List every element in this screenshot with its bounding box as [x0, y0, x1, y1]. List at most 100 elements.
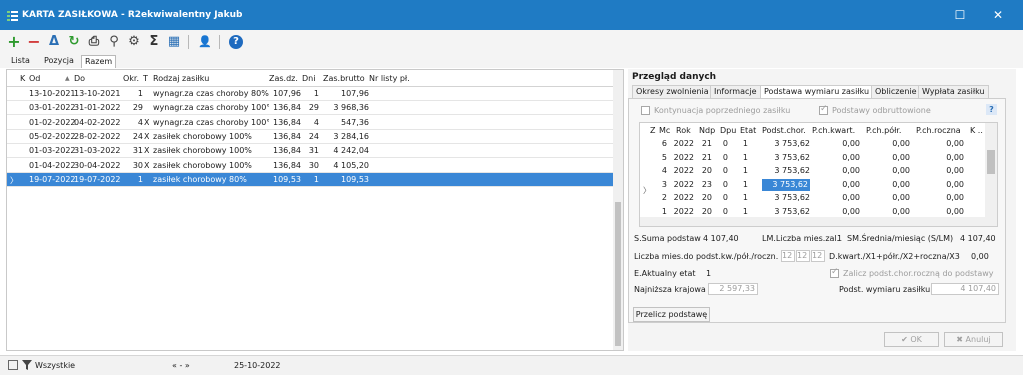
table-row[interactable]: 05-02-2022 28-02-2022 24 Xzasiłek chorobowy… [7, 130, 613, 144]
record-navigation[interactable]: « - » [172, 361, 190, 370]
etat-label: E.Aktualny etat [634, 269, 696, 278]
cell-rodzaj: wynagr.za czas choroby 80% [153, 89, 269, 98]
cell-rok: 2022 [673, 179, 694, 189]
srednia-label: SM.Średnia/miesiąc (S/LM) [847, 234, 954, 243]
cancel-icon: ✖ [956, 335, 963, 344]
cell-rok: 2022 [673, 193, 694, 203]
col-do[interactable]: Do [74, 74, 85, 83]
scrollbar-thumb[interactable] [987, 150, 995, 174]
print-icon[interactable]: ⎙ [86, 34, 102, 50]
tab-okresy-zwolnienia[interactable]: Okresy zwolnienia [632, 85, 713, 98]
cell-zas-dz: 136,84 [273, 146, 301, 156]
filter-icon[interactable]: ⚙ [126, 34, 142, 50]
col-podst-chor[interactable]: Podst.chor. [762, 126, 806, 135]
col-zas-brutto[interactable]: Zas.brutto [323, 74, 365, 83]
col-dni[interactable]: Dni [302, 74, 315, 83]
close-button[interactable]: ✕ [990, 7, 1006, 23]
table-row[interactable]: 03-01-2022 31-01-2022 29 wynagr.za czas cho… [7, 101, 613, 116]
remove-icon[interactable]: − [26, 34, 42, 50]
edit-icon[interactable]: Δ [46, 34, 62, 50]
podstawa-hscroll[interactable] [640, 217, 987, 226]
podstawa-label: Podst. wymiaru zasiłku [839, 285, 931, 294]
table-row[interactable]: 4 2022 20 0 1 3 753,62 0,00 0,00 0,00 [640, 165, 987, 178]
etat-value: 1 [706, 269, 712, 278]
columns-icon[interactable]: ▦ [166, 34, 182, 50]
user-icon[interactable]: 👤 [197, 34, 213, 50]
cell-etat: 1 [742, 179, 748, 189]
table-row[interactable]: 3 2022 23 0 1 3 753,62 0,00 0,00 0,00 [640, 178, 987, 192]
kontynuacja-checkbox[interactable] [641, 106, 650, 115]
col-p-ch-roczna[interactable]: P.ch.roczna [916, 126, 961, 135]
cell-zas-dz: 136,84 [273, 131, 301, 141]
anuluj-button[interactable]: ✖ Anuluj [944, 332, 1003, 347]
col-z[interactable]: Z [650, 126, 655, 135]
table-icon[interactable] [8, 360, 18, 370]
col-mc[interactable]: Mc [659, 126, 670, 135]
zalicz-checkbox[interactable] [830, 267, 839, 278]
podstawa-vscroll[interactable] [985, 123, 997, 226]
col-p-ch-polr[interactable]: P.ch.półr. [866, 126, 901, 135]
cell-zas-brutto: 107,96 [341, 89, 369, 98]
col-etat[interactable]: Etat [740, 126, 756, 135]
cell-p-ch-polr: 0,00 [892, 152, 910, 162]
liczba-mies-roczn-field[interactable]: 12 [811, 250, 825, 262]
table-row[interactable]: 01-02-2022 04-02-2022 4 Xwynagr.za czas cho… [7, 116, 613, 130]
grid-header: K Od ▲ Do Okr. T Rodzaj zasiłku Zas.dz. … [7, 70, 613, 87]
cell-p-ch-roczna: 0,00 [946, 166, 964, 176]
cell-p-ch-kwart: 0,00 [842, 166, 860, 176]
table-row[interactable]: 6 2022 21 0 1 3 753,62 0,00 0,00 0,00 [640, 138, 987, 151]
cell-ndp: 23 [701, 179, 712, 189]
podstawa-field[interactable]: 4 107,40 [931, 283, 999, 295]
scrollbar-thumb[interactable] [615, 202, 621, 346]
absence-grid: K Od ▲ Do Okr. T Rodzaj zasiłku Zas.dz. … [6, 69, 624, 351]
cell-mc: 3 [661, 179, 667, 189]
col-p-ch-kwart[interactable]: P.ch.kwart. [812, 126, 855, 135]
table-row[interactable]: 01-04-2022 30-04-2022 30 Xzasiłek chorobowy… [7, 159, 613, 173]
filter-label[interactable]: Wszystkie [35, 361, 75, 370]
col-rok[interactable]: Rok [676, 126, 691, 135]
tab-pozycja[interactable]: Pozycja [41, 55, 77, 68]
filter-icon[interactable] [22, 360, 32, 370]
cell-zas-brutto: 4 242,04 [333, 146, 369, 156]
maximize-button[interactable]: ☐ [952, 7, 968, 23]
col-nr-listy[interactable]: Nr listy pł. [369, 74, 410, 83]
cell-p-ch-roczna: 0,00 [946, 139, 964, 148]
col-dpu[interactable]: Dpu [720, 126, 736, 135]
col-k[interactable]: K [20, 74, 25, 83]
liczba-mies-kw-field[interactable]: 12 [781, 250, 795, 262]
tab-wyplata-zasilku[interactable]: Wypłata zasiłku [918, 85, 989, 98]
table-row[interactable]: 5 2022 21 0 1 3 753,62 0,00 0,00 0,00 [640, 152, 987, 165]
refresh-icon[interactable]: ↻ [66, 34, 82, 50]
table-row[interactable]: 13-10-2021 13-10-2021 1 wynagr.za czas chor… [7, 87, 613, 101]
tab-podstawa-wymiaru[interactable]: Podstawa wymiaru zasiłku [760, 85, 874, 98]
cell-podst-chor: 3 753,62 [774, 139, 810, 148]
col-okr[interactable]: Okr. [123, 74, 139, 83]
najnizsza-field[interactable]: 2 597,33 [708, 283, 758, 295]
ok-button[interactable]: ✔ OK [884, 332, 939, 347]
grid-scrollbar[interactable] [613, 70, 623, 350]
liczba-mies-polr-field[interactable]: 12 [796, 250, 810, 262]
tab-informacje[interactable]: Informacje [710, 85, 761, 98]
col-od[interactable]: Od [29, 74, 40, 83]
help-icon[interactable]: ? [986, 104, 997, 115]
table-row[interactable]: 2 2022 20 0 1 3 753,62 0,00 0,00 0,00 [640, 192, 987, 205]
podstawy-checkbox[interactable] [819, 104, 828, 115]
podstawy-label: Podstawy odbruttowione [832, 106, 931, 115]
col-zas-dz[interactable]: Zas.dz. [269, 74, 298, 83]
table-row[interactable]: 〉 19-07-2022 19-07-2022 1 zasiłek chorobowy … [7, 172, 613, 187]
cell-podst-chor: 3 753,62 [774, 152, 810, 162]
col-rodzaj[interactable]: Rodzaj zasiłku [153, 74, 209, 83]
przelicz-button[interactable]: Przelicz podstawę [633, 307, 710, 322]
help-icon[interactable]: ? [229, 35, 243, 49]
col-ndp[interactable]: Ndp [699, 126, 715, 135]
col-t[interactable]: T [143, 74, 148, 83]
col-k[interactable]: K .. [970, 126, 983, 135]
add-icon[interactable]: + [6, 34, 22, 50]
table-row[interactable]: 01-03-2022 31-03-2022 31 Xzasiłek chorobowy… [7, 144, 613, 159]
sum-icon[interactable]: Σ [146, 34, 162, 50]
cell-etat: 1 [742, 193, 748, 203]
search-icon[interactable]: ⚲ [106, 34, 122, 50]
tab-obliczenie[interactable]: Obliczenie [871, 85, 921, 98]
tab-lista[interactable]: Lista [8, 55, 33, 68]
tab-razem[interactable]: Razem [81, 55, 117, 68]
